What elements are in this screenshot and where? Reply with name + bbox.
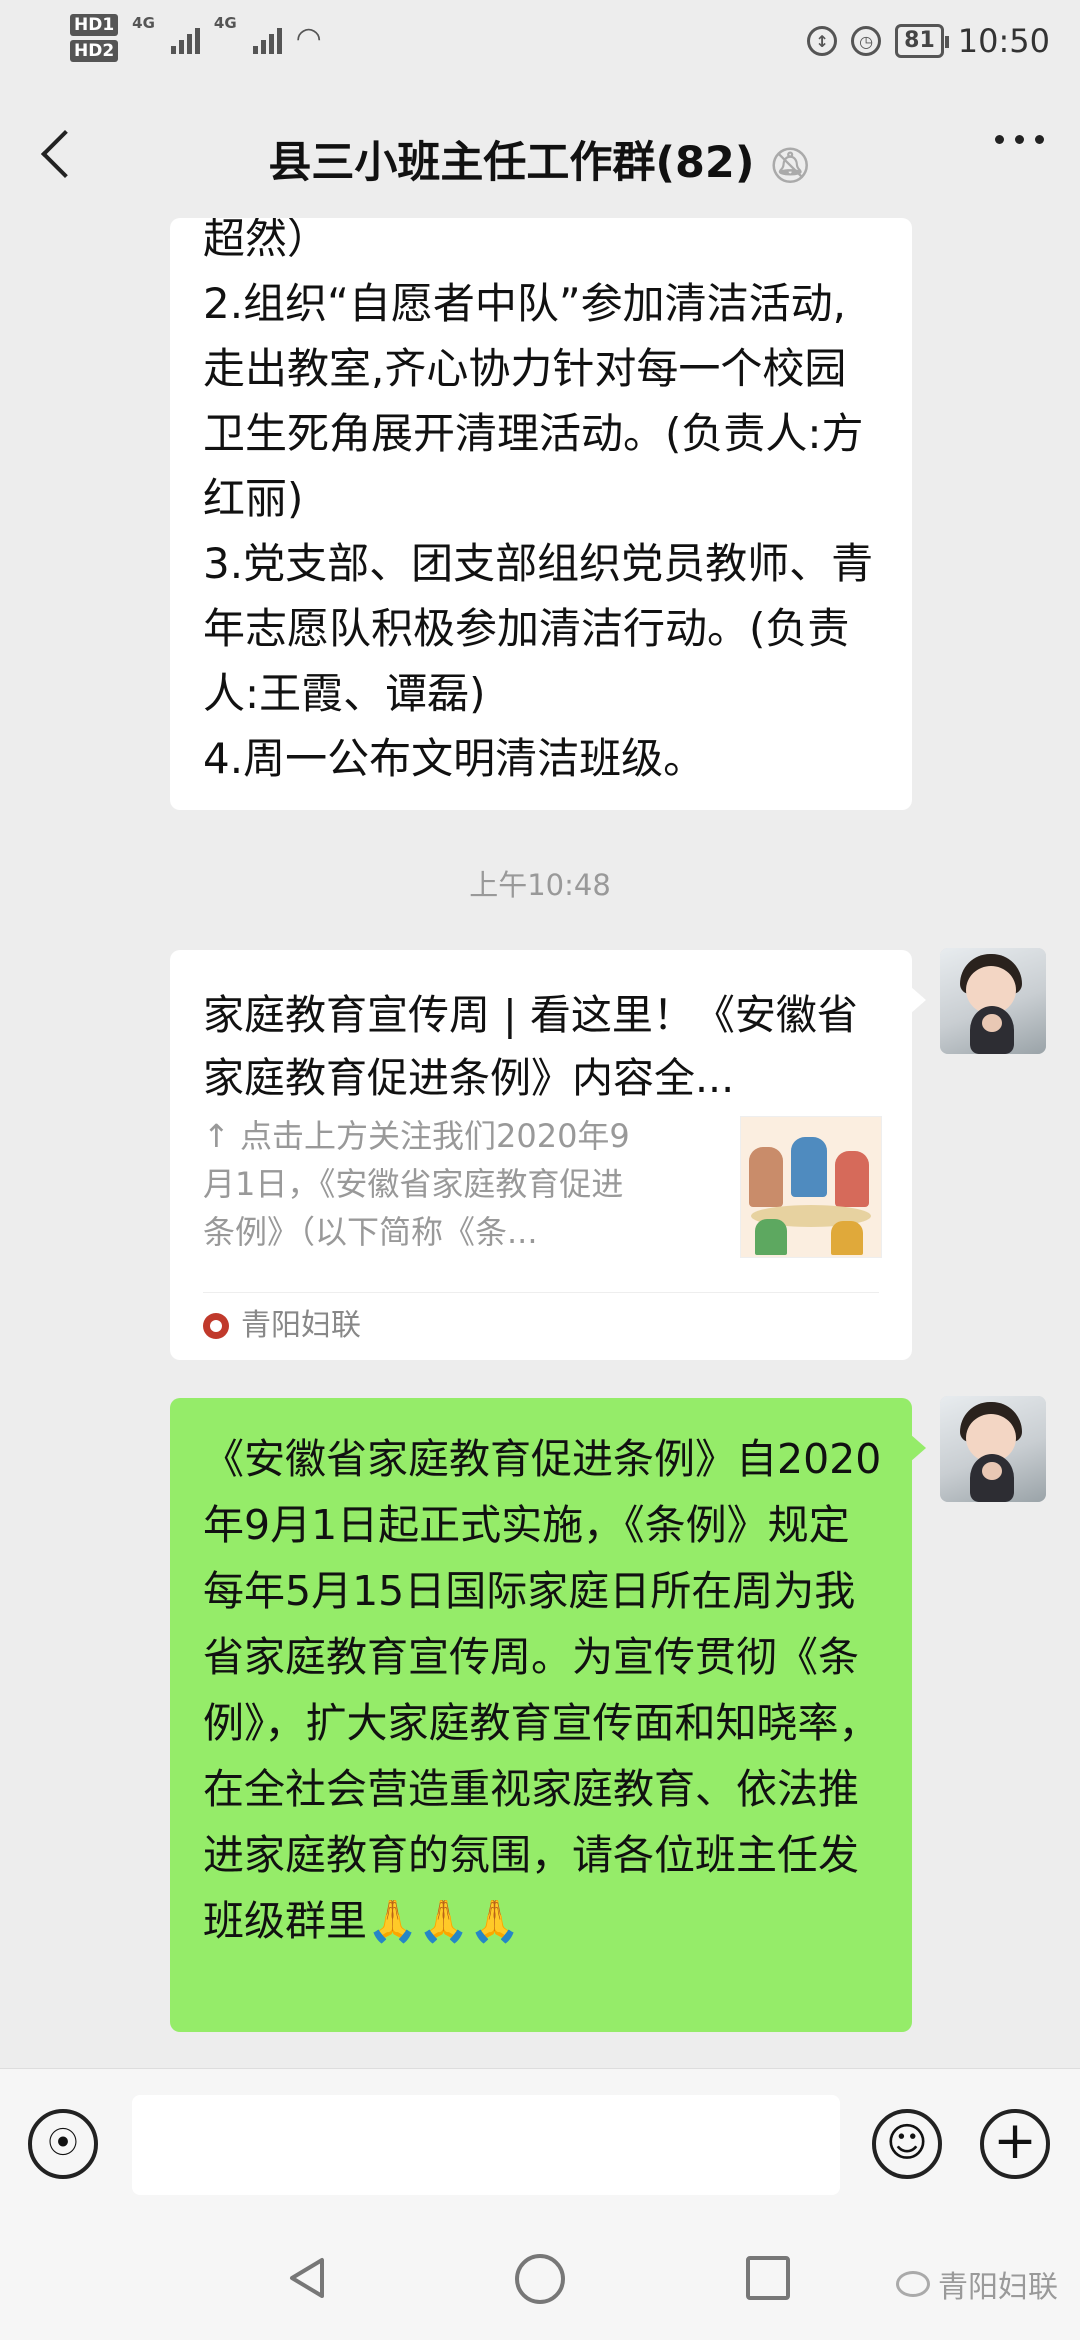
dot-icon xyxy=(995,135,1004,144)
chat-input-bar: ⦿ ☺ + xyxy=(0,2068,1080,2219)
card-title: 家庭教育宣传周 | 看这里！《安徽省家庭教育促进条例》内容全... xyxy=(203,991,858,1102)
hd-badge-2: HD2 xyxy=(70,40,119,62)
card-source: 青阳妇联 xyxy=(203,1304,361,1348)
card-divider xyxy=(203,1292,879,1293)
source-logo-icon xyxy=(203,1313,229,1339)
message-bubble-text[interactable]: 超然） 2.组织“自愿者中队”参加清洁活动, 走出教室,齐心协力针对每一个校园卫… xyxy=(170,218,912,810)
more-actions-button[interactable]: + xyxy=(980,2109,1050,2179)
smiley-icon: ☺ xyxy=(886,2120,928,2166)
battery-icon: 81 xyxy=(895,24,949,58)
status-left: HD1 HD2 4G 4G ◠ xyxy=(70,14,322,62)
system-nav-bar: 青阳妇联 xyxy=(0,2218,1080,2340)
signal-2-icon xyxy=(252,22,282,54)
voice-icon: ⦿ xyxy=(48,2126,78,2161)
message-timestamp: 上午10:48 xyxy=(469,868,611,902)
message-input[interactable] xyxy=(132,2095,840,2195)
wifi-icon: ◠ xyxy=(295,20,322,56)
emoji-button[interactable]: ☺ xyxy=(872,2109,942,2179)
status-right: ↕ ◷ 81 10:50 xyxy=(807,22,1050,60)
status-bar: HD1 HD2 4G 4G ◠ ↕ ◷ 81 10:50 xyxy=(0,0,1080,90)
plus-icon: + xyxy=(993,2111,1037,2171)
voice-input-button[interactable]: ⦿ xyxy=(28,2109,98,2179)
watermark: 青阳妇联 xyxy=(896,2262,1058,2306)
signal-1-icon xyxy=(170,22,200,54)
dot-icon xyxy=(1015,135,1024,144)
signal-1-label: 4G xyxy=(132,14,155,32)
chat-header: 县三小班主任工作群(82) 🔕︎ xyxy=(0,100,1080,210)
watermark-text: 青阳妇联 xyxy=(938,2270,1058,2305)
alarm-icon: ◷ xyxy=(851,26,882,56)
sender-avatar[interactable] xyxy=(940,1396,1046,1502)
message-link-card[interactable]: 家庭教育宣传周 | 看这里！《安徽省家庭教育促进条例》内容全... ↑ 点击上方… xyxy=(170,950,926,1360)
clock: 10:50 xyxy=(957,22,1050,60)
wechat-logo-icon xyxy=(896,2271,930,2297)
card-source-name: 青阳妇联 xyxy=(241,1308,361,1343)
sender-avatar[interactable] xyxy=(940,948,1046,1054)
dot-icon xyxy=(1035,135,1044,144)
data-saver-icon: ↕ xyxy=(807,26,838,56)
nav-home-icon[interactable] xyxy=(515,2254,565,2304)
mute-bell-icon: 🔕︎ xyxy=(768,145,812,186)
nav-back-icon[interactable] xyxy=(286,2256,330,2300)
signal-2-label: 4G xyxy=(213,14,237,32)
chat-title: 县三小班主任工作群(82) 🔕︎ xyxy=(0,128,1080,190)
message-bubble-own[interactable]: 《安徽省家庭教育促进条例》自2020年9月1日起正式实施，《条例》规定每年5月1… xyxy=(170,1398,926,2032)
message-text: 超然） 2.组织“自愿者中队”参加清洁活动, 走出教室,齐心协力针对每一个校园卫… xyxy=(203,218,874,783)
group-name: 县三小班主任工作群(82) xyxy=(268,138,755,188)
more-options-button[interactable] xyxy=(995,135,1044,144)
hd-badges: HD1 HD2 xyxy=(70,14,119,62)
message-text: 《安徽省家庭教育促进条例》自2020年9月1日起正式实施，《条例》规定每年5月1… xyxy=(203,1435,882,1945)
hd-badge-1: HD1 xyxy=(70,14,119,36)
card-description: ↑ 点击上方关注我们2020年9月1日，《安徽省家庭教育促进条例》（以下简称《条… xyxy=(203,1117,630,1251)
nav-recents-icon[interactable] xyxy=(746,2256,790,2300)
card-thumbnail xyxy=(740,1116,882,1258)
